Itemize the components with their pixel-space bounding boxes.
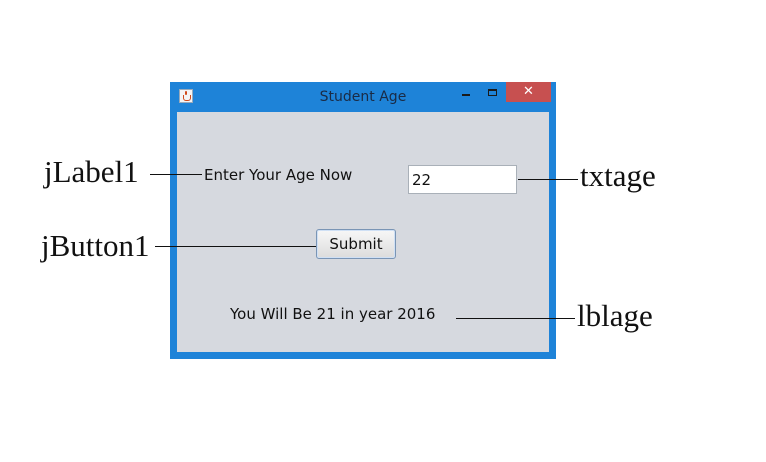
close-icon: ✕ [523,84,534,99]
leader-line-txtage [518,179,578,180]
title-bar[interactable]: Student Age ✕ [170,82,556,112]
annotation-txtage: txtage [580,158,656,193]
leader-line-jlabel1 [150,174,202,175]
maximize-button[interactable] [483,84,503,102]
minimize-button[interactable] [457,84,477,102]
submit-button[interactable]: Submit [316,229,396,259]
age-input[interactable]: 22 [408,165,517,194]
result-label: You Will Be 21 in year 2016 [230,305,436,323]
close-button[interactable]: ✕ [506,82,551,102]
leader-line-lblage [456,318,575,319]
annotation-lblage: lblage [577,298,653,333]
leader-line-jbutton1 [155,246,316,247]
age-prompt-label: Enter Your Age Now [204,166,353,184]
form-panel: Enter Your Age Now 22 Submit You Will Be… [177,112,549,352]
annotation-jbutton1: jButton1 [41,228,150,263]
annotation-jlabel1: jLabel1 [44,154,139,189]
